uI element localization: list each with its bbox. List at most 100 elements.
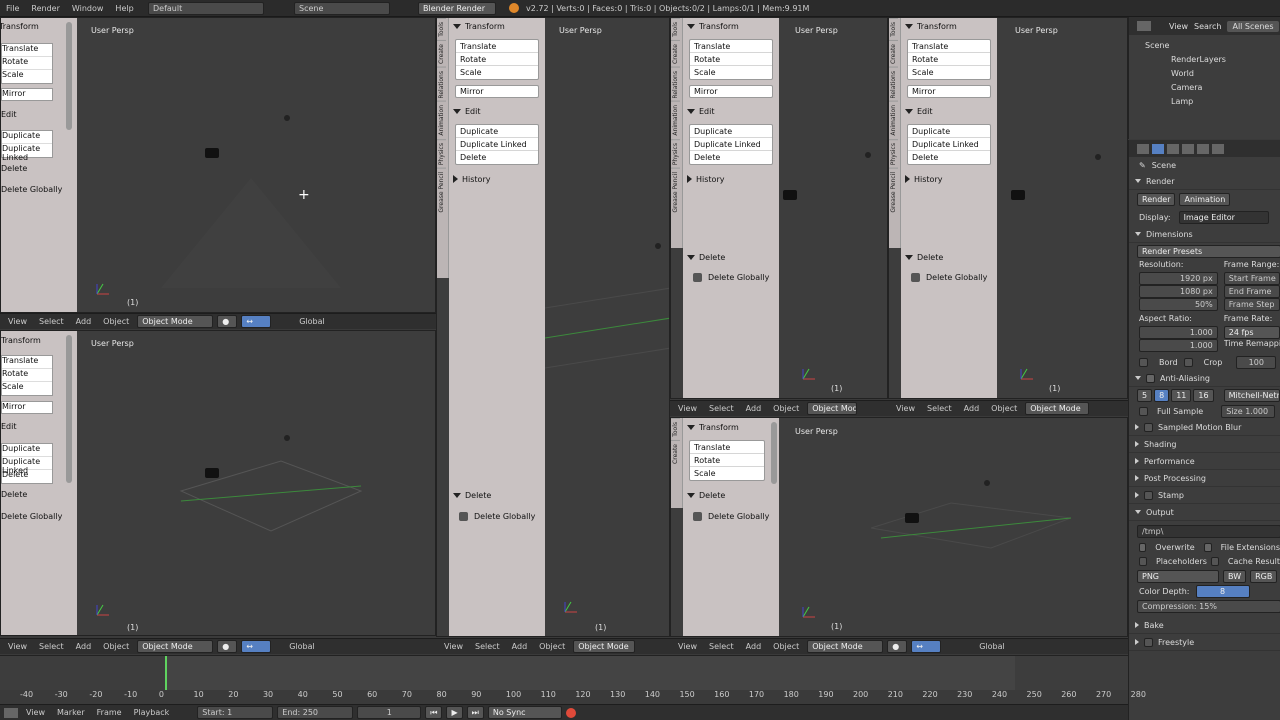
anti-aliasing-checkbox[interactable] [1146,373,1155,383]
border-checkbox[interactable] [1139,357,1148,367]
translate-button[interactable]: Translate [2,356,52,369]
camera-object-icon[interactable] [205,148,219,158]
timeline-marker-menu[interactable]: Marker [53,708,89,717]
mirror-button[interactable]: Mirror [1,401,53,414]
duplicate-linked-button[interactable]: Duplicate Linked [2,144,52,162]
render-presets-select[interactable]: Render Presets [1137,245,1280,258]
duplicate-button[interactable]: Duplicate [2,444,52,457]
3d-cursor-icon[interactable]: + [298,187,310,203]
motion-blur-checkbox[interactable] [1144,422,1153,432]
orientation-select[interactable]: Global [975,642,1009,651]
manipulator-toggle-icon[interactable]: ↔ [241,640,272,653]
tab-create[interactable]: Create [671,439,680,467]
sync-mode-select[interactable]: No Sync [487,706,562,719]
outliner-item-camera[interactable]: Camera [1145,81,1280,95]
select-menu[interactable]: Select [705,404,738,413]
view-menu[interactable]: View [4,642,31,651]
delete-panel-header[interactable]: Delete [449,488,495,502]
world-tab-icon[interactable] [1197,143,1209,154]
translate-button[interactable]: Translate [908,40,990,53]
bake-panel-header[interactable]: Bake [1129,617,1280,634]
aa-filter-select[interactable]: Mitchell-Netravali [1223,388,1280,402]
stamp-checkbox[interactable] [1144,490,1153,500]
display-select[interactable]: Image Editor [1178,210,1269,224]
scale-button[interactable]: Scale [456,66,538,79]
freestyle-panel-header[interactable]: Freestyle [1129,634,1280,651]
rotate-button[interactable]: Rotate [908,53,990,66]
translate-button[interactable]: Translate [2,44,52,57]
aspect-x-field[interactable]: 1.000 [1139,326,1218,339]
output-panel-header[interactable]: Output [1129,504,1280,521]
mirror-button[interactable]: Mirror [455,85,539,98]
editor-type-icon[interactable] [4,707,18,718]
scale-button[interactable]: Scale [690,66,772,79]
size-field[interactable]: Size 1.000 [1221,404,1276,418]
translate-button[interactable]: Translate [456,40,538,53]
tool-shelf-scrollbar[interactable] [66,335,72,483]
outliner-search-menu[interactable]: Search [1194,22,1221,31]
edit-header[interactable]: Edit [1,110,17,119]
object-menu[interactable]: Object [99,317,133,326]
delete-button[interactable]: Delete [2,470,52,483]
render-panel-header[interactable]: Render [1129,173,1280,190]
res-percent-field[interactable]: 50% [1139,298,1218,311]
transform-panel-header[interactable]: Transform [683,19,779,33]
delete-globally-option[interactable]: Delete Globally [449,509,535,523]
delete-globally-checkbox[interactable]: Delete Globally [1,512,62,521]
shading-select-icon[interactable]: ● [887,640,908,653]
performance-panel-header[interactable]: Performance [1129,453,1280,470]
lamp-object-icon[interactable] [284,115,290,121]
viewport-left-bottom[interactable]: Transform Translate Rotate Scale Mirror … [0,330,436,636]
crop-checkbox[interactable] [1183,357,1193,367]
layout-selector[interactable]: Default [148,2,264,15]
end-frame-field[interactable]: End: 250 [277,706,354,719]
timeline-view-menu[interactable]: View [22,708,49,717]
render-layers-tab-icon[interactable] [1167,143,1179,154]
history-panel-header[interactable]: History [683,172,779,186]
duplicate-button[interactable]: Duplicate [456,125,538,138]
animation-button[interactable]: Animation [1179,192,1231,206]
mirror-button[interactable]: Mirror [907,85,991,98]
rotate-button[interactable]: Rotate [690,454,764,467]
add-menu[interactable]: Add [742,642,766,651]
delete-button[interactable]: Delete [690,151,772,164]
delete-header[interactable]: Delete [1,164,27,173]
dimensions-panel-header[interactable]: Dimensions [1129,226,1280,243]
aa-16-button[interactable]: 16 [1193,388,1214,402]
remap-field[interactable]: 100 [1236,355,1277,369]
render-engine-select[interactable]: Blender Render [418,2,496,15]
tab-tools[interactable]: Tools [437,18,446,40]
history-panel-header[interactable]: History [901,172,997,186]
view-menu[interactable]: View [674,642,701,651]
post-processing-panel-header[interactable]: Post Processing [1129,470,1280,487]
edit-panel-header[interactable]: Edit [449,104,545,118]
tab-physics[interactable]: Physics [889,138,898,169]
add-menu[interactable]: Add [72,317,96,326]
start-frame-field[interactable]: Start Frame [1223,272,1280,285]
aa-11-button[interactable]: 11 [1171,388,1192,402]
add-menu[interactable]: Add [960,404,984,413]
checkbox-icon[interactable] [911,272,920,282]
scale-button[interactable]: Scale [690,467,764,480]
outliner-item-scene[interactable]: Scene [1145,39,1280,53]
mirror-button[interactable]: Mirror [689,85,773,98]
select-menu[interactable]: Select [705,642,738,651]
view-menu[interactable]: View [440,642,467,651]
aa-8-button[interactable]: 8 [1154,388,1170,402]
mode-select[interactable]: Object Mode [137,315,214,328]
rotate-button[interactable]: Rotate [2,369,52,382]
history-panel-header[interactable]: History [449,172,545,186]
add-menu[interactable]: Add [508,642,532,651]
lamp-object-icon[interactable] [984,480,990,486]
scene-selector[interactable]: Scene [294,2,390,15]
mode-select[interactable]: Object Mode [573,640,636,653]
manipulator-toggle-icon[interactable]: ↔ [241,315,272,328]
scale-button[interactable]: Scale [2,70,52,83]
jump-end-icon[interactable]: ⏭ [466,706,484,719]
tab-grease-pencil[interactable]: Grease Pencil [437,168,446,216]
bw-button[interactable]: BW [1223,569,1247,583]
viewport-right-bottom[interactable]: Tools Create Transform Translate Rotate … [670,417,1128,637]
scene-tab-icon[interactable] [1182,143,1194,154]
tab-grease-pencil[interactable]: Grease Pencil [671,168,680,216]
tab-grease-pencil[interactable]: Grease Pencil [889,168,898,216]
